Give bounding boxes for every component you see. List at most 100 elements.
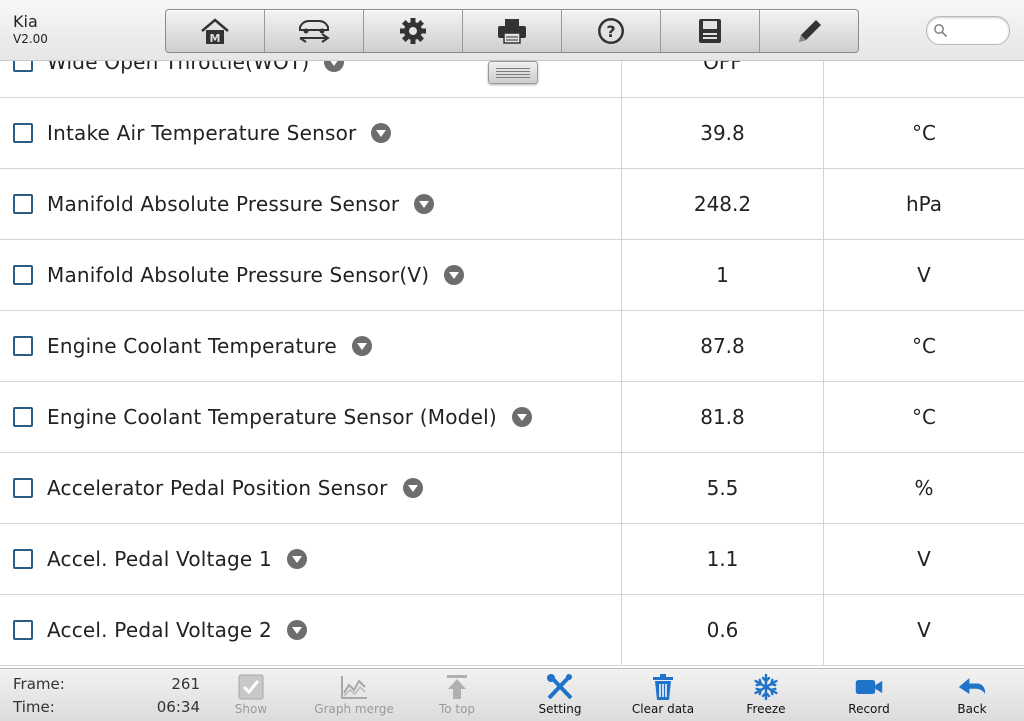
pid-name: Manifold Absolute Pressure Sensor(V) <box>47 263 430 287</box>
help-icon: ? <box>598 18 624 44</box>
pid-name: Intake Air Temperature Sensor <box>47 121 357 145</box>
pid-name: Wide Open Throttle(WOT) <box>47 60 310 74</box>
row-checkbox[interactable] <box>13 123 33 143</box>
pid-name-cell: Accel. Pedal Voltage 2 <box>0 595 622 665</box>
table-row: Manifold Absolute Pressure Sensor 248.2 … <box>0 169 1024 240</box>
back-label: Back <box>957 702 987 716</box>
clear-data-button[interactable]: Clear data <box>615 673 711 719</box>
vehicle-brand: Kia <box>13 12 38 31</box>
dropdown-arrow-icon[interactable] <box>351 336 372 356</box>
pid-value: 248.2 <box>622 169 824 239</box>
search-box[interactable] <box>926 16 1010 45</box>
pid-name-cell: Accel. Pedal Voltage 1 <box>0 524 622 594</box>
table-row: Accelerator Pedal Position Sensor 5.5 % <box>0 453 1024 524</box>
arrow-up-icon <box>447 675 467 699</box>
back-button[interactable]: Back <box>924 673 1020 719</box>
pid-unit: V <box>917 547 931 571</box>
pid-name: Accel. Pedal Voltage 2 <box>47 618 272 642</box>
dropdown-arrow-icon[interactable] <box>402 478 423 498</box>
row-checkbox[interactable] <box>13 265 33 285</box>
table-row: Engine Coolant Temperature Sensor (Model… <box>0 382 1024 453</box>
dropdown-arrow-icon[interactable] <box>444 265 465 285</box>
print-button[interactable] <box>463 10 562 52</box>
pid-name: Accelerator Pedal Position Sensor <box>47 476 388 500</box>
snowflake-icon <box>754 673 778 701</box>
pid-name-cell: Manifold Absolute Pressure Sensor(V) <box>0 240 622 310</box>
row-checkbox[interactable] <box>13 194 33 214</box>
help-button[interactable]: ? <box>562 10 661 52</box>
search-input[interactable] <box>951 20 1007 41</box>
freeze-button[interactable]: Freeze <box>718 673 814 719</box>
dropdown-arrow-icon[interactable] <box>286 549 307 569</box>
graph-merge-button[interactable]: Graph merge <box>306 673 402 719</box>
edit-button[interactable] <box>760 10 858 52</box>
row-checkbox[interactable] <box>13 478 33 498</box>
pid-unit: °C <box>912 334 936 358</box>
record-label: Record <box>848 702 890 716</box>
table-row: Engine Coolant Temperature 87.8 °C <box>0 311 1024 382</box>
pencil-icon <box>799 20 821 42</box>
gear-icon <box>400 18 426 44</box>
dropdown-arrow-icon[interactable] <box>286 620 307 640</box>
row-checkbox[interactable] <box>13 549 33 569</box>
time-label: Time: <box>13 698 55 716</box>
pid-name-cell: Manifold Absolute Pressure Sensor <box>0 169 622 239</box>
dropdown-arrow-icon[interactable] <box>371 123 392 143</box>
pid-value: 81.8 <box>622 382 824 452</box>
bottom-toolbar: Frame: 261 Time: 06:34 Show Graph merge … <box>0 668 1024 721</box>
pid-unit: V <box>917 263 931 287</box>
pid-value: 39.8 <box>622 98 824 168</box>
pid-name-cell: Accelerator Pedal Position Sensor <box>0 453 622 523</box>
pid-unit: hPa <box>905 192 943 216</box>
frame-label: Frame: <box>13 675 65 693</box>
brand-block: Kia V2.00 <box>13 13 48 47</box>
save-button[interactable] <box>661 10 760 52</box>
pid-name-cell: Intake Air Temperature Sensor <box>0 98 622 168</box>
table-row: Accel. Pedal Voltage 2 0.6 V <box>0 595 1024 666</box>
row-checkbox[interactable] <box>13 60 33 72</box>
frame-value: 261 <box>171 675 200 693</box>
back-arrow-icon <box>958 678 986 695</box>
table-row: Accel. Pedal Voltage 1 1.1 V <box>0 524 1024 595</box>
pid-value: 0.6 <box>622 595 824 665</box>
live-data-table: Wide Open Throttle(WOT) OFF Intake Air T… <box>0 60 1024 668</box>
row-checkbox[interactable] <box>13 336 33 356</box>
checkmark-box-icon <box>238 674 264 700</box>
setting-button[interactable]: Setting <box>512 673 608 719</box>
record-button[interactable]: Record <box>821 673 917 719</box>
dropdown-arrow-icon[interactable] <box>414 194 435 214</box>
pid-value: 1.1 <box>622 524 824 594</box>
row-checkbox[interactable] <box>13 620 33 640</box>
pid-unit: °C <box>912 121 936 145</box>
pid-name: Accel. Pedal Voltage 1 <box>47 547 272 571</box>
pid-unit: % <box>914 476 934 500</box>
software-version: V2.00 <box>13 32 48 46</box>
svg-text:?: ? <box>606 22 615 41</box>
pid-name: Manifold Absolute Pressure Sensor <box>47 192 400 216</box>
dropdown-arrow-icon[interactable] <box>511 407 532 427</box>
row-checkbox[interactable] <box>13 407 33 427</box>
pid-value: 1 <box>622 240 824 310</box>
top-header: Kia V2.00 M ? <box>0 0 1024 61</box>
wrench-screwdriver-icon <box>547 674 573 700</box>
home-button[interactable]: M <box>166 10 265 52</box>
pid-name: Engine Coolant Temperature <box>47 334 337 358</box>
search-icon <box>934 24 948 38</box>
graph-merge-label: Graph merge <box>314 702 394 716</box>
setting-label: Setting <box>538 702 582 716</box>
pid-name-cell: Engine Coolant Temperature Sensor (Model… <box>0 382 622 452</box>
home-icon: M <box>201 18 229 45</box>
save-icon <box>699 19 721 43</box>
settings-button[interactable] <box>364 10 463 52</box>
table-row: Intake Air Temperature Sensor 39.8 °C <box>0 98 1024 169</box>
svg-text:M: M <box>210 32 221 45</box>
printer-icon <box>498 19 526 44</box>
vehicle-swap-button[interactable] <box>265 10 364 52</box>
dropdown-arrow-icon[interactable] <box>324 60 345 72</box>
vehicle-swap-icon <box>299 20 330 43</box>
pid-unit: V <box>917 618 931 642</box>
to-top-button[interactable]: To top <box>409 673 505 719</box>
show-button[interactable]: Show <box>203 673 299 719</box>
drag-handle[interactable] <box>488 61 538 84</box>
graph-merge-icon <box>341 676 367 699</box>
